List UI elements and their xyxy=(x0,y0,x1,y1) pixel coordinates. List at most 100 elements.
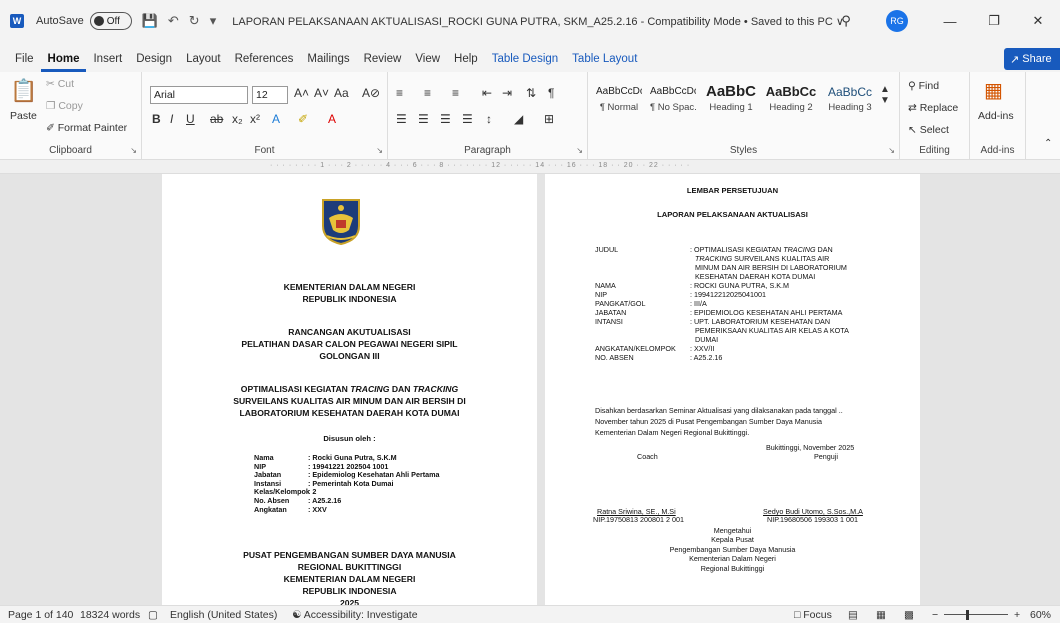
select-button[interactable]: ↖ Select xyxy=(908,124,949,136)
paste-icon[interactable]: 📋 xyxy=(10,78,37,104)
replace-icon: ⇄ xyxy=(908,102,920,114)
underline-icon[interactable]: U xyxy=(186,112,195,126)
language[interactable]: English (United States) xyxy=(170,609,277,621)
tab-review[interactable]: Review xyxy=(357,53,409,72)
align-right-icon[interactable]: ☰ xyxy=(440,112,451,126)
tab-file[interactable]: File xyxy=(8,53,41,72)
dialog-launcher-icon[interactable]: ↘ xyxy=(888,146,895,155)
tab-references[interactable]: References xyxy=(228,53,301,72)
tab-table-layout[interactable]: Table Layout xyxy=(565,53,644,72)
style-no-spacing[interactable]: AaBbCcDc ¶ No Spac... xyxy=(650,82,696,118)
justify-icon[interactable]: ☰ xyxy=(462,112,473,126)
proofing-icon[interactable]: ▢ xyxy=(148,609,158,621)
tab-insert[interactable]: Insert xyxy=(86,53,129,72)
paste-button[interactable]: Paste xyxy=(10,110,37,122)
approval-text-2: November tahun 2025 di Pusat Pengembanga… xyxy=(595,417,822,426)
acknowledge-line: Kepala Pusat xyxy=(711,535,754,545)
styles-gallery-scroll-icon[interactable]: ▲ ▼ xyxy=(880,84,890,106)
horizontal-ruler[interactable]: · · · · · · · · 1 · · · 2 · · · · · 4 · … xyxy=(0,160,1060,174)
undo-icon[interactable]: ↶ xyxy=(168,13,179,29)
tab-view[interactable]: View xyxy=(408,53,447,72)
document-title[interactable]: LAPORAN PELAKSANAAN AKTUALISASI_ROCKI GU… xyxy=(232,15,844,28)
copy-button[interactable]: ❐ Copy xyxy=(46,100,83,112)
print-layout-icon[interactable]: ▦ xyxy=(876,609,886,621)
font-name-select[interactable]: Arial xyxy=(150,86,248,104)
sort-icon[interactable]: ⇅ xyxy=(526,86,536,100)
tab-table-design[interactable]: Table Design xyxy=(485,53,565,72)
align-center-icon[interactable]: ☰ xyxy=(418,112,429,126)
line-spacing-icon[interactable]: ↕ xyxy=(486,112,492,126)
collapse-ribbon-icon[interactable]: ⌃ xyxy=(1044,138,1052,149)
addins-button[interactable]: Add-ins xyxy=(978,110,1014,122)
style-heading-2[interactable]: AaBbCc Heading 2 xyxy=(764,82,818,118)
align-left-icon[interactable]: ☰ xyxy=(396,112,407,126)
tab-design[interactable]: Design xyxy=(129,53,179,72)
save-icon[interactable]: 💾 xyxy=(142,13,158,29)
autosave-toggle[interactable]: Off xyxy=(89,12,132,30)
word-count[interactable]: 18324 words xyxy=(80,609,140,621)
share-button[interactable]: ↗ Share xyxy=(1004,48,1060,70)
page-cover[interactable]: KEMENTERIAN DALAM NEGERI REPUBLIK INDONE… xyxy=(162,174,537,605)
zoom-in-icon[interactable]: + xyxy=(1014,609,1020,621)
numbering-icon[interactable]: ≡ xyxy=(424,86,431,100)
shading-icon[interactable]: ◢ xyxy=(514,112,523,126)
zoom-out-icon[interactable]: − xyxy=(932,609,938,621)
multilevel-list-icon[interactable]: ≡ xyxy=(452,86,459,100)
dialog-launcher-icon[interactable]: ↘ xyxy=(130,146,137,155)
dialog-launcher-icon[interactable]: ↘ xyxy=(576,146,583,155)
minimize-icon[interactable]: — xyxy=(928,14,972,29)
field-value: : XXV/II xyxy=(690,344,715,353)
cut-label: Cut xyxy=(57,78,75,90)
replace-button[interactable]: ⇄ Replace xyxy=(908,102,958,114)
user-avatar[interactable]: RG xyxy=(886,10,908,32)
zoom-slider-thumb[interactable] xyxy=(966,610,969,620)
zoom-level[interactable]: 60% xyxy=(1030,609,1051,621)
zoom-slider[interactable] xyxy=(944,614,1008,615)
acknowledge-block: Mengetahui Kepala Pusat Pengembangan Sum… xyxy=(545,526,920,573)
subscript-icon[interactable]: x₂ xyxy=(232,112,243,126)
style-heading-1[interactable]: AaBbC Heading 1 xyxy=(704,82,758,118)
highlight-icon[interactable]: ✐ xyxy=(298,112,308,126)
dialog-launcher-icon[interactable]: ↘ xyxy=(376,146,383,155)
text-effects-icon[interactable]: A xyxy=(272,112,280,126)
tab-mailings[interactable]: Mailings xyxy=(300,53,356,72)
show-formatting-icon[interactable]: ¶ xyxy=(548,86,554,100)
acknowledge-line: Regional Bukittinggi xyxy=(700,563,765,573)
font-size-select[interactable]: 12 xyxy=(252,86,288,104)
superscript-icon[interactable]: x² xyxy=(250,112,260,126)
bold-icon[interactable]: B xyxy=(152,112,161,126)
tab-help[interactable]: Help xyxy=(447,53,485,72)
web-layout-icon[interactable]: ▩ xyxy=(904,609,914,621)
style-heading-3[interactable]: AaBbCc Heading 3 xyxy=(824,82,876,118)
font-color-icon[interactable]: A xyxy=(328,112,336,126)
focus-button[interactable]: □ Focus xyxy=(794,609,832,621)
accessibility-status[interactable]: ☯ Accessibility: Investigate xyxy=(292,609,418,621)
bullets-icon[interactable]: ≡ xyxy=(396,86,403,100)
search-icon[interactable]: ⚲ xyxy=(824,13,868,29)
close-icon[interactable]: ✕ xyxy=(1016,13,1060,29)
cut-button[interactable]: ✂ Cut xyxy=(46,78,74,90)
page-approval[interactable]: LEMBAR PERSETUJUAN LAPORAN PELAKSANAAN A… xyxy=(545,174,920,605)
document-canvas[interactable]: KEMENTERIAN DALAM NEGERI REPUBLIK INDONE… xyxy=(0,174,1060,605)
customize-toolbar-icon[interactable]: ▾ xyxy=(210,13,217,29)
restore-icon[interactable]: ❐ xyxy=(972,13,1016,29)
autosave-label: AutoSave xyxy=(36,15,84,27)
addins-icon[interactable]: ▦ xyxy=(984,78,1003,103)
strikethrough-icon[interactable]: ab xyxy=(210,112,223,126)
clear-formatting-icon[interactable]: A⊘ xyxy=(362,86,380,100)
page-count[interactable]: Page 1 of 140 xyxy=(8,609,73,621)
format-painter-button[interactable]: ✐ Format Painter xyxy=(46,122,127,134)
shrink-font-icon[interactable]: A˅ xyxy=(314,86,329,100)
grow-font-icon[interactable]: A˄ xyxy=(294,86,309,100)
increase-indent-icon[interactable]: ⇥ xyxy=(502,86,512,100)
tab-home[interactable]: Home xyxy=(40,53,87,72)
find-button[interactable]: ⚲ Find xyxy=(908,80,939,92)
borders-icon[interactable]: ⊞ xyxy=(544,112,554,126)
italic-icon[interactable]: I xyxy=(170,112,173,126)
decrease-indent-icon[interactable]: ⇤ xyxy=(482,86,492,100)
tab-layout[interactable]: Layout xyxy=(179,53,228,72)
read-mode-icon[interactable]: ▤ xyxy=(848,609,858,621)
style-normal[interactable]: AaBbCcDc ¶ Normal xyxy=(596,82,642,118)
change-case-icon[interactable]: Aa xyxy=(334,86,349,100)
redo-icon[interactable]: ↻ xyxy=(189,13,200,29)
